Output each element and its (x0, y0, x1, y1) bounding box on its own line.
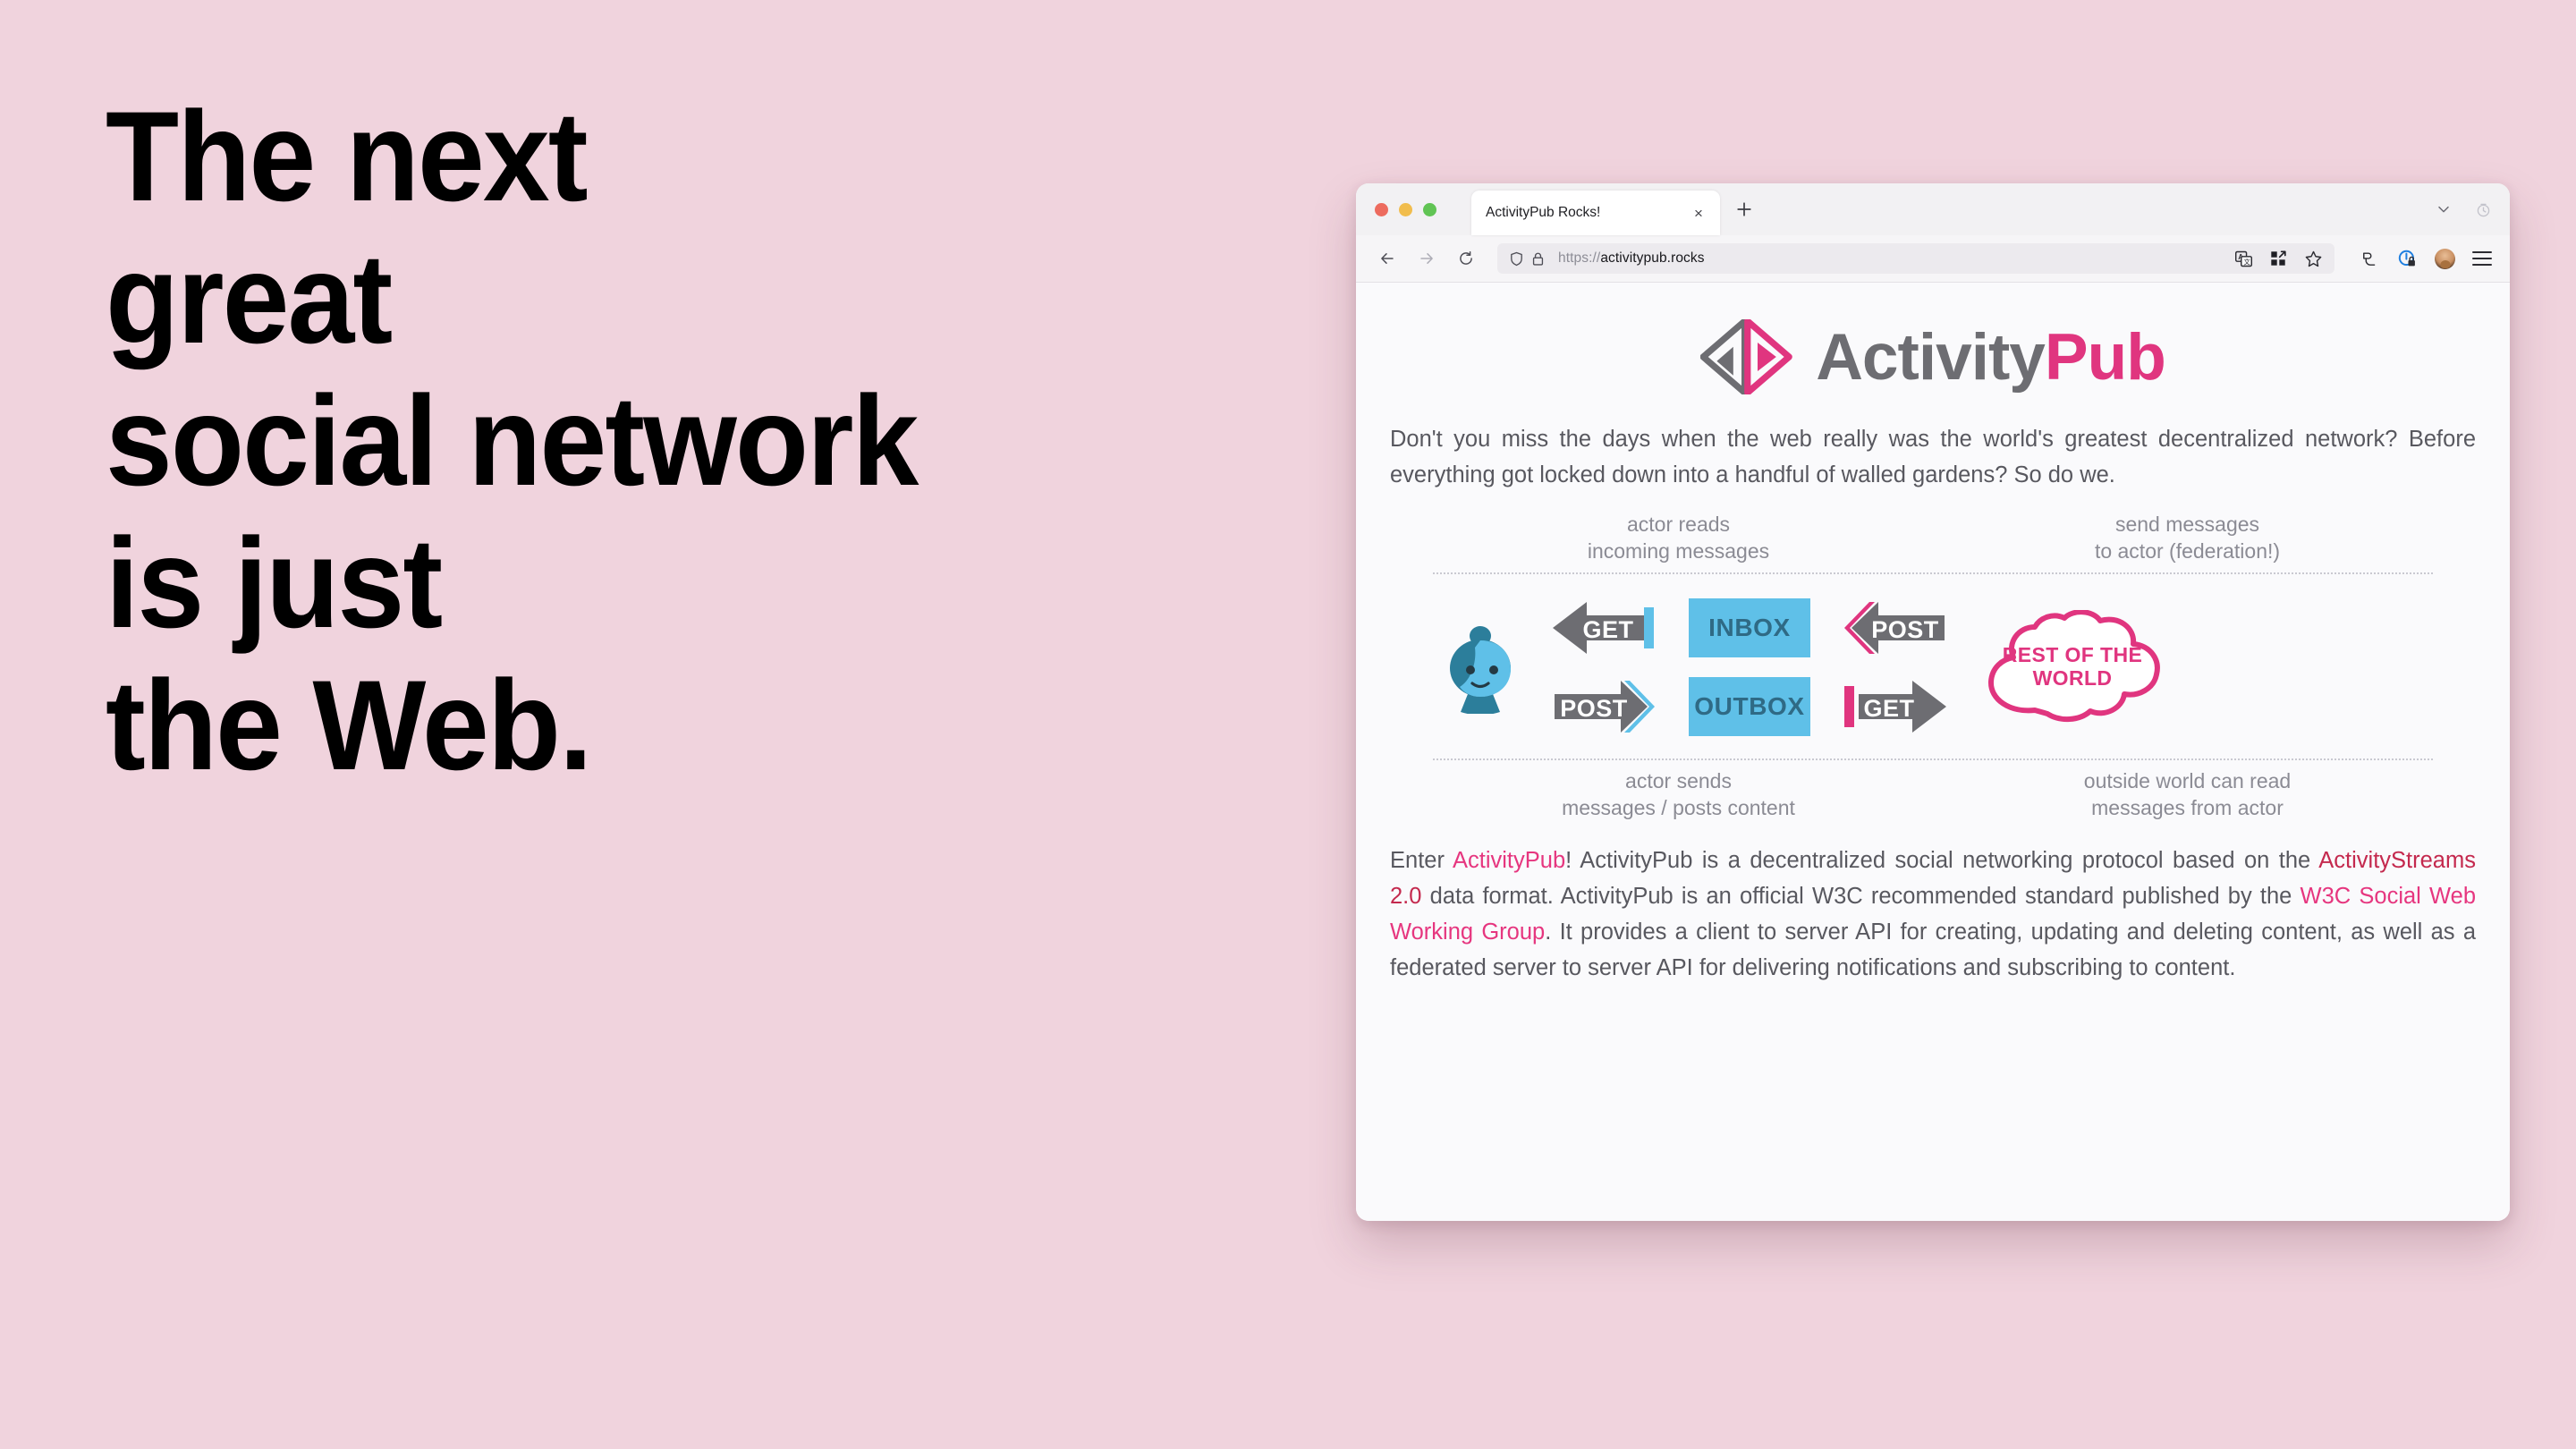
headline-line-4: is just (106, 513, 443, 655)
diagram-top-labels: actor reads incoming messages send messa… (1424, 511, 2442, 564)
browser-window: ActivityPub Rocks! × https://activitypub… (1356, 183, 2510, 1221)
diagram-label-send-messages: send messages to actor (federation!) (2094, 513, 2281, 563)
diagram-label-outside-world: outside world can read messages from act… (2083, 769, 2292, 819)
svg-text:文: 文 (2243, 258, 2250, 266)
toolbar-right-actions (2358, 248, 2492, 269)
headline-line-5: the Web. (106, 655, 592, 797)
logo-word-pub: Pub (2044, 320, 2166, 394)
headline-line-1: The next (106, 86, 589, 228)
svg-text:POST: POST (1871, 616, 1939, 643)
diagram-label-actor-reads: actor reads incoming messages (1587, 513, 1770, 563)
profile-avatar[interactable] (2435, 248, 2455, 269)
diagram-divider-bottom (1433, 758, 2433, 760)
headline-line-2: great (106, 228, 393, 370)
share-icon[interactable] (2358, 248, 2379, 269)
minimize-window-button[interactable] (1399, 202, 1412, 216)
activitypub-logo-icon (1700, 319, 1793, 394)
close-icon[interactable]: × (1687, 201, 1710, 225)
site-logo: ActivityPub (1381, 283, 2485, 402)
navigation-toolbar: https://activitypub.rocks A 文 (1356, 235, 2510, 283)
diagram-body: GET INBOX POST REST OF THE WORLD POST OU… (1424, 589, 2442, 746)
arrow-post-right: POST (1551, 679, 1657, 734)
actor-person-icon (1441, 621, 1520, 714)
svg-text:GET: GET (1863, 695, 1914, 722)
cloud-line-1: REST OF THE (2003, 643, 2142, 666)
page-title: The next great social network is just th… (106, 86, 1233, 797)
url-text: https://activitypub.rocks (1558, 250, 1705, 267)
tabstrip-right-actions (2435, 200, 2492, 218)
extensions-grid-icon[interactable] (2267, 248, 2289, 269)
back-arrow-icon[interactable] (1372, 243, 1402, 274)
zoom-window-button[interactable] (1423, 202, 1436, 216)
url-scheme: https:// (1558, 250, 1601, 266)
site-logo-wordmark: ActivityPub (1816, 325, 2166, 390)
logo-word-activity: Activity (1816, 320, 2046, 394)
headline-line-3: social network (106, 370, 919, 513)
intro-paragraph: Don't you miss the days when the web rea… (1390, 427, 2476, 487)
privacy-shield-icon[interactable] (2396, 248, 2418, 269)
forward-arrow-icon[interactable] (1411, 243, 1442, 274)
inbox-box: INBOX (1689, 598, 1810, 657)
outro-text-4: . It provides a client to server API for… (1390, 919, 2476, 980)
svg-text:GET: GET (1582, 616, 1633, 643)
chevron-down-icon[interactable] (2435, 200, 2453, 218)
diagram-divider-top (1433, 572, 2433, 574)
protocol-diagram: actor reads incoming messages send messa… (1381, 511, 2485, 821)
outbox-box: OUTBOX (1689, 677, 1810, 736)
tab-title: ActivityPub Rocks! (1486, 205, 1601, 220)
outro-text-2: ! ActivityPub is a decentralized social … (1565, 848, 2319, 873)
rest-of-world-cloud: REST OF THE WORLD (1969, 610, 2176, 724)
bookmark-star-icon[interactable] (2302, 248, 2324, 269)
svg-text:POST: POST (1560, 695, 1628, 722)
url-host: activitypub.rocks (1600, 250, 1705, 266)
arrow-get-left: GET (1551, 600, 1657, 656)
new-tab-button[interactable] (1732, 197, 1757, 222)
diagram-bottom-labels: actor sends messages / posts content out… (1424, 767, 2442, 821)
outro-text-1: Enter (1390, 848, 1453, 873)
translate-icon[interactable]: A 文 (2233, 248, 2254, 269)
outro-paragraph: Enter ActivityPub! ActivityPub is a dece… (1381, 843, 2485, 986)
reload-icon[interactable] (1451, 243, 1481, 274)
arrow-get-right: GET (1843, 679, 1948, 734)
cloud-line-2: WORLD (2033, 666, 2113, 690)
diagram-label-actor-sends: actor sends messages / posts content (1562, 769, 1795, 819)
history-clock-icon[interactable] (2474, 200, 2492, 218)
lock-icon[interactable] (1528, 249, 1547, 268)
link-activitypub[interactable]: ActivityPub (1453, 848, 1565, 873)
shield-icon[interactable] (1506, 249, 1526, 268)
tab-strip: ActivityPub Rocks! × (1356, 183, 2510, 235)
close-window-button[interactable] (1375, 202, 1388, 216)
tab-activitypub-rocks[interactable]: ActivityPub Rocks! × (1471, 191, 1720, 235)
menu-icon[interactable] (2472, 251, 2492, 266)
address-bar[interactable]: https://activitypub.rocks A 文 (1497, 243, 2334, 274)
window-controls (1375, 202, 1436, 216)
webpage-content: ActivityPub Don't you miss the days when… (1356, 283, 2510, 1221)
address-bar-actions: A 文 (2233, 248, 2326, 269)
outro-text-3: data format. ActivityPub is an official … (1421, 884, 2301, 909)
arrow-post-left: POST (1843, 600, 1948, 656)
